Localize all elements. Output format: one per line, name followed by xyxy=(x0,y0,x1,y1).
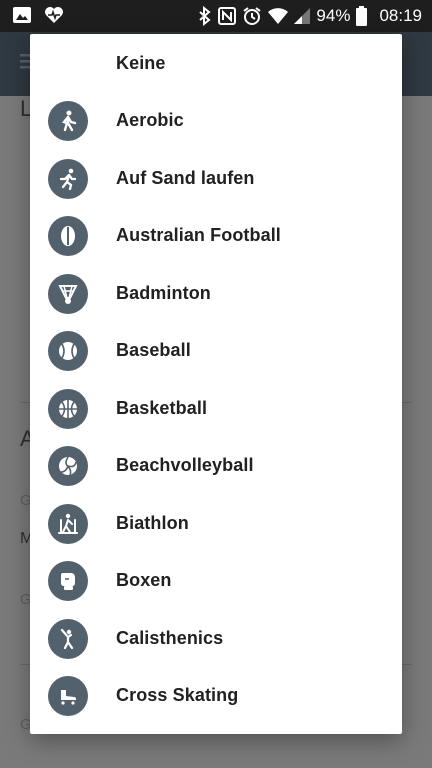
biathlon-icon xyxy=(48,503,88,544)
list-item-badminton[interactable]: Badminton xyxy=(30,265,402,322)
list-item-basketball[interactable]: Basketball xyxy=(30,380,402,437)
boxing-glove-icon xyxy=(48,560,88,601)
basketball-icon xyxy=(48,388,88,429)
aerobic-icon xyxy=(48,100,88,141)
item-label: Cross Skating xyxy=(116,685,239,705)
wifi-icon xyxy=(268,7,289,25)
item-label: Aerobic xyxy=(116,110,184,130)
item-label: Australian Football xyxy=(116,225,281,245)
list-item-cross-skating[interactable]: Cross Skating xyxy=(30,667,402,724)
volleyball-icon xyxy=(48,445,88,486)
bluetooth-icon xyxy=(198,6,212,26)
football-icon xyxy=(48,215,88,256)
list-item-baseball[interactable]: Baseball xyxy=(30,322,402,379)
skate-icon xyxy=(48,675,88,716)
list-item-auf-sand-laufen[interactable]: Auf Sand laufen xyxy=(30,150,402,207)
list-item-keine[interactable]: Keine xyxy=(30,35,402,92)
item-label: Keine xyxy=(116,53,166,73)
item-label: Biathlon xyxy=(116,513,189,533)
item-label: Calisthenics xyxy=(116,628,224,648)
list-item-beachvolleyball[interactable]: Beachvolleyball xyxy=(30,437,402,494)
calisthenics-icon xyxy=(48,618,88,659)
heart-pulse-icon xyxy=(44,6,64,24)
shuttlecock-icon xyxy=(48,273,88,314)
item-label: Badminton xyxy=(116,283,211,303)
nfc-icon xyxy=(218,7,237,25)
baseball-icon xyxy=(48,330,88,371)
battery-percent: 94% xyxy=(316,6,351,25)
list-item-aerobic[interactable]: Aerobic xyxy=(30,92,402,149)
item-label: Auf Sand laufen xyxy=(116,168,255,188)
item-label: Boxen xyxy=(116,570,172,590)
signal-icon xyxy=(294,7,311,25)
image-icon xyxy=(12,6,32,24)
item-label: Baseball xyxy=(116,340,191,360)
clock: 08:19 xyxy=(379,6,422,25)
activity-picker-dialog: Keine Aerobic Auf Sand laufen Australian… xyxy=(30,34,402,734)
item-label: Beachvolleyball xyxy=(116,455,254,475)
list-item-calisthenics[interactable]: Calisthenics xyxy=(30,610,402,667)
list-item-boxen[interactable]: Boxen xyxy=(30,552,402,609)
item-label: Basketball xyxy=(116,398,208,418)
list-item-biathlon[interactable]: Biathlon xyxy=(30,495,402,552)
running-icon xyxy=(48,158,88,199)
alarm-icon xyxy=(242,6,262,26)
status-bar: 94% 08:19 xyxy=(0,0,432,32)
list-item-australian-football[interactable]: Australian Football xyxy=(30,207,402,264)
battery-icon xyxy=(356,6,368,26)
